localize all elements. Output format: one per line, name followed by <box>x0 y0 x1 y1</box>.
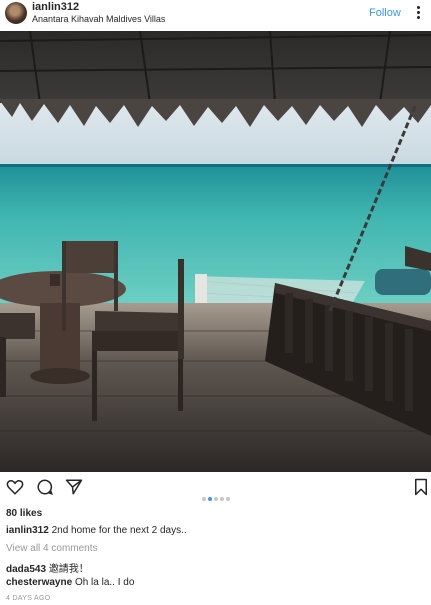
avatar[interactable] <box>5 2 27 24</box>
post-photo[interactable] <box>0 31 431 472</box>
more-options-icon[interactable] <box>413 4 423 22</box>
comment-item: chesterwayne Oh la la.. I do <box>6 577 134 588</box>
carousel-dot <box>220 497 224 501</box>
photo-image <box>0 31 431 472</box>
comment-username[interactable]: chesterwayne <box>6 577 72 588</box>
carousel-indicator <box>202 488 232 506</box>
view-all-comments-link[interactable]: View all 4 comments <box>6 543 98 554</box>
carousel-dot <box>226 497 230 501</box>
caption: ianlin312 2nd home for the next 2 days.. <box>6 525 187 536</box>
carousel-dot <box>214 497 218 501</box>
comment-item: dada543 邀請我！ <box>6 560 89 575</box>
post-timestamp: 4 DAYS AGO <box>6 595 51 602</box>
comment-text: Oh la la.. I do <box>74 577 135 588</box>
heart-icon[interactable] <box>6 478 24 496</box>
likes-count[interactable]: 80 likes <box>6 508 42 519</box>
share-icon[interactable] <box>65 478 83 496</box>
comment-text: 邀請我！ <box>48 564 89 575</box>
comment-username[interactable]: dada543 <box>6 564 46 575</box>
post-actions <box>0 478 431 504</box>
post-header: ianlin312 Anantara Kihavah Maldives Vill… <box>0 0 431 31</box>
bookmark-icon[interactable] <box>413 478 429 496</box>
comment-icon[interactable] <box>36 478 54 496</box>
follow-button[interactable]: Follow <box>369 7 401 19</box>
carousel-dot <box>202 497 206 501</box>
post-location[interactable]: Anantara Kihavah Maldives Villas <box>32 14 165 24</box>
post-username[interactable]: ianlin312 <box>32 1 79 13</box>
caption-text: 2nd home for the next 2 days.. <box>51 525 187 536</box>
carousel-dot-active <box>208 497 212 501</box>
caption-username[interactable]: ianlin312 <box>6 525 49 536</box>
